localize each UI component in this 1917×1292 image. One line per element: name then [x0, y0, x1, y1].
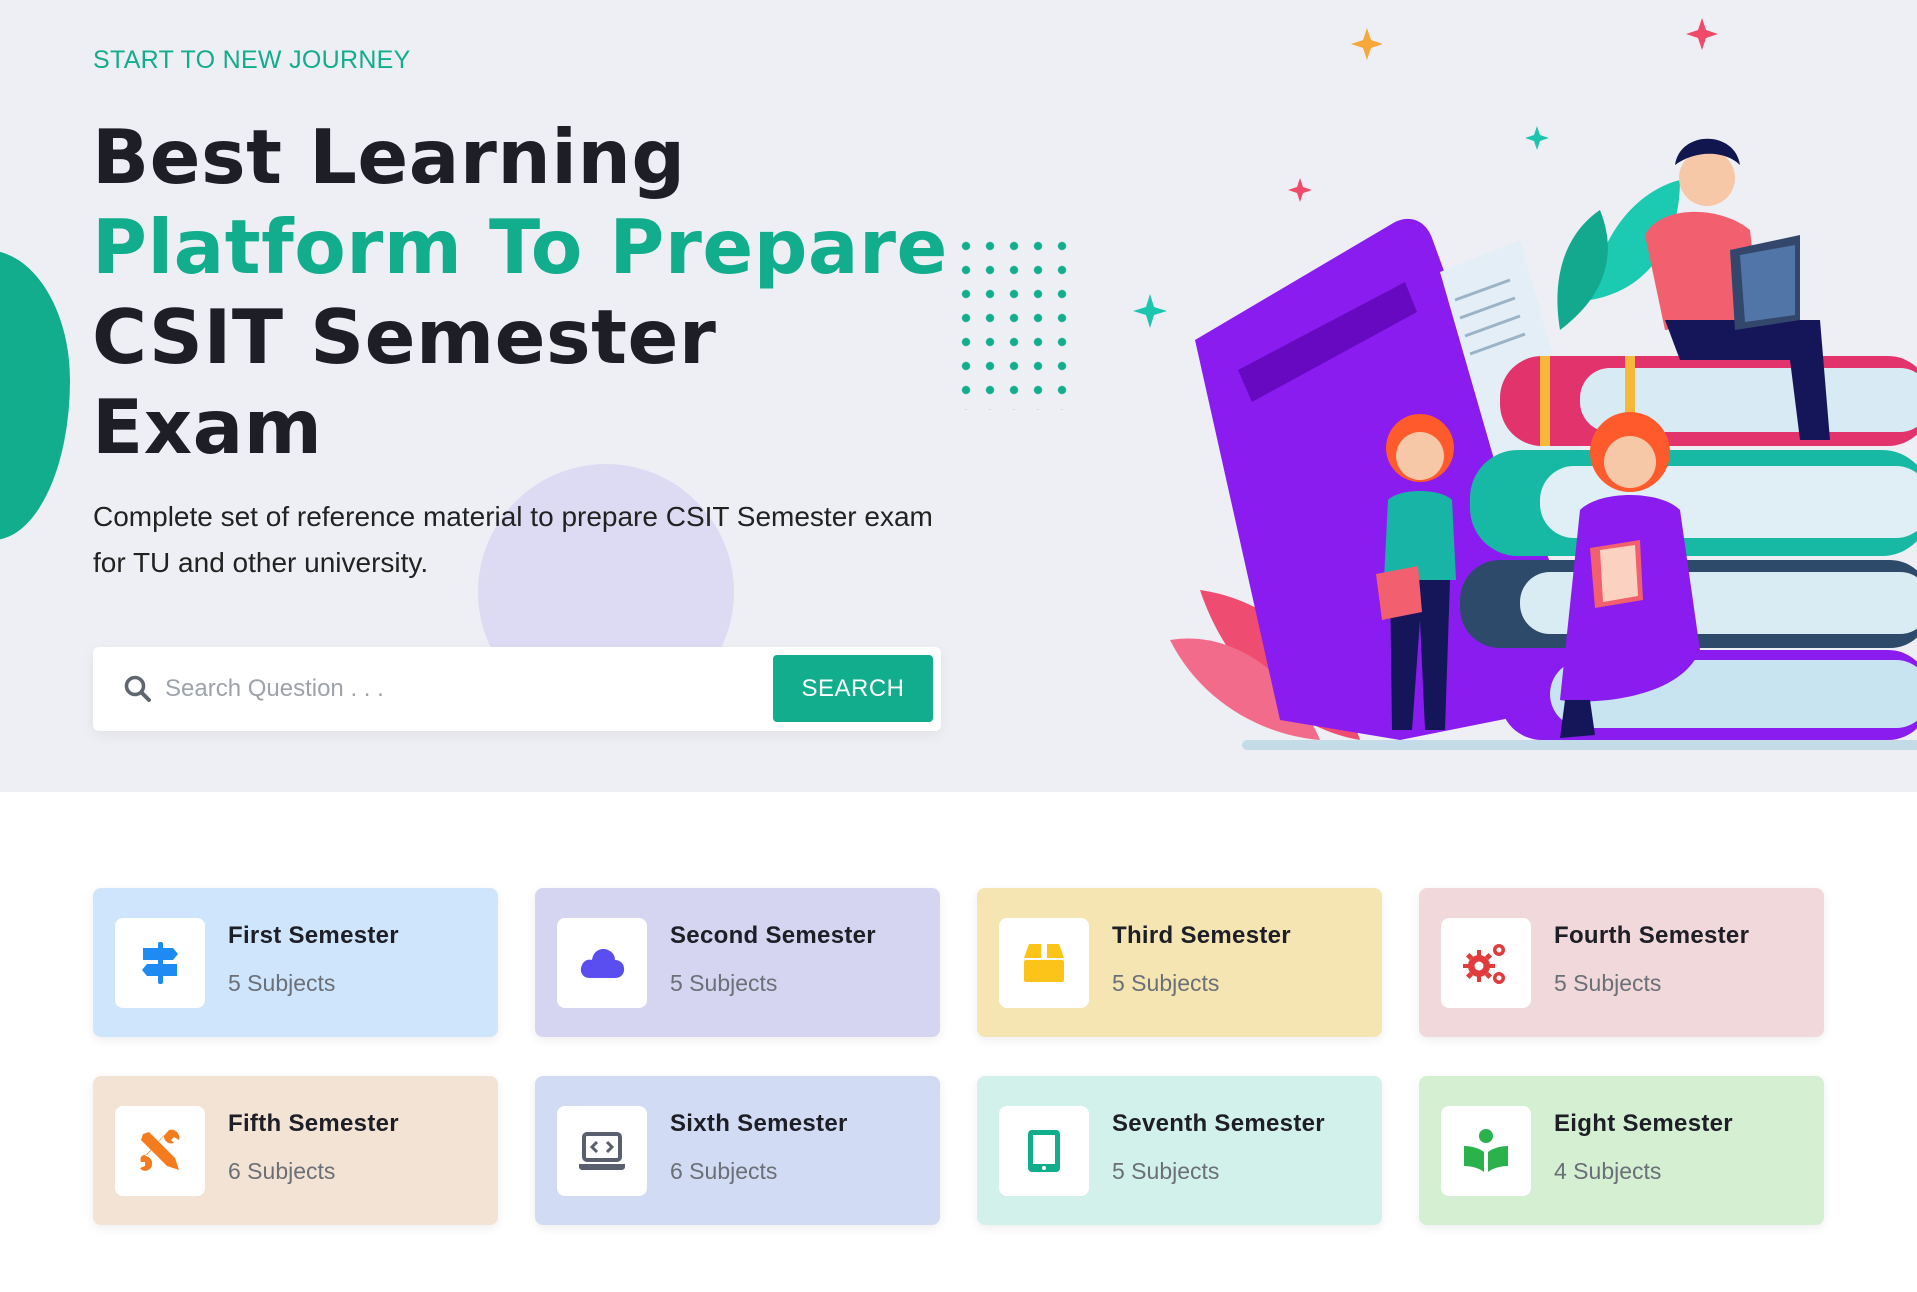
semester-card-first[interactable]: First Semester 5 Subjects	[93, 888, 498, 1037]
semester-icon-box	[999, 1106, 1089, 1196]
cloud-icon	[580, 949, 625, 978]
semester-card-second[interactable]: Second Semester 5 Subjects	[535, 888, 940, 1037]
signpost-icon	[142, 942, 178, 984]
semester-icon-box	[557, 1106, 647, 1196]
headline-line-4: Exam	[92, 383, 323, 471]
semester-subjects: 6 Subjects	[670, 1158, 778, 1184]
hero-illustration	[1120, 0, 1917, 792]
semester-title: Fourth Semester	[1554, 922, 1750, 949]
semester-subjects: 5 Subjects	[1112, 1158, 1220, 1184]
semester-card-third[interactable]: Third Semester 5 Subjects	[977, 888, 1382, 1037]
semester-icon-box	[557, 918, 647, 1008]
semester-icon-box	[115, 918, 205, 1008]
semester-card-seventh[interactable]: Seventh Semester 5 Subjects	[977, 1076, 1382, 1225]
semester-grid: First Semester 5 Subjects Second Semeste…	[93, 888, 1825, 1226]
gears-icon	[1463, 944, 1505, 984]
semester-title: Third Semester	[1112, 922, 1291, 949]
hero-headline: Best Learning Platform To Prepare CSIT S…	[92, 112, 948, 472]
semester-title: Fifth Semester	[228, 1110, 399, 1137]
search-icon	[122, 673, 154, 705]
tablet-icon	[1028, 1130, 1060, 1172]
semester-title: First Semester	[228, 922, 399, 949]
semester-card-fifth[interactable]: Fifth Semester 6 Subjects	[93, 1076, 498, 1225]
semester-title: Seventh Semester	[1112, 1110, 1325, 1137]
reader-icon	[1464, 1129, 1508, 1172]
semester-card-eight[interactable]: Eight Semester 4 Subjects	[1419, 1076, 1824, 1225]
hero-section: START TO NEW JOURNEY Best Learning Platf…	[0, 0, 1917, 792]
semester-subjects: 5 Subjects	[1554, 970, 1662, 996]
search-input[interactable]	[165, 665, 845, 713]
headline-line-1: Best Learning	[92, 113, 686, 201]
semester-icon-box	[999, 918, 1089, 1008]
semester-card-fourth[interactable]: Fourth Semester 5 Subjects	[1419, 888, 1824, 1037]
semester-title: Sixth Semester	[670, 1110, 848, 1137]
students-with-books-illustration	[1133, 18, 1917, 750]
decorative-blob	[0, 250, 70, 540]
hero-eyebrow: START TO NEW JOURNEY	[93, 46, 411, 74]
search-button[interactable]: SEARCH	[773, 655, 933, 722]
semester-subjects: 6 Subjects	[228, 1158, 336, 1184]
semester-subjects: 5 Subjects	[1112, 970, 1220, 996]
box-icon	[1024, 944, 1064, 982]
laptop-code-icon	[579, 1132, 625, 1170]
semester-subjects: 5 Subjects	[228, 970, 336, 996]
tools-icon	[140, 1129, 180, 1171]
semester-title: Eight Semester	[1554, 1110, 1733, 1137]
search-bar: SEARCH	[93, 647, 941, 731]
semester-card-sixth[interactable]: Sixth Semester 6 Subjects	[535, 1076, 940, 1225]
semester-subjects: 4 Subjects	[1554, 1158, 1662, 1184]
semester-subjects: 5 Subjects	[670, 970, 778, 996]
hero-description: Complete set of reference material to pr…	[93, 501, 933, 578]
semester-icon-box	[1441, 918, 1531, 1008]
semester-icon-box	[1441, 1106, 1531, 1196]
semester-title: Second Semester	[670, 922, 876, 949]
headline-line-3: CSIT Semester	[92, 293, 717, 381]
semester-icon-box	[115, 1106, 205, 1196]
dot-pattern	[954, 234, 1074, 410]
headline-line-2: Platform To Prepare	[92, 203, 948, 291]
